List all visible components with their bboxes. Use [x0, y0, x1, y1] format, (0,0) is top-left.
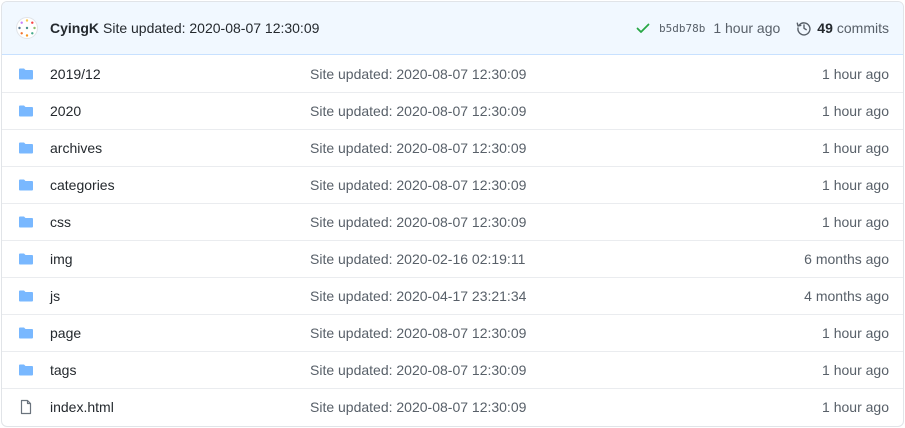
file-commit-message-link[interactable]: Site updated: 2020-08-07 12:30:09: [310, 66, 526, 82]
file-icon: [18, 399, 34, 415]
file-commit-message-link[interactable]: Site updated: 2020-04-17 23:21:34: [310, 288, 526, 304]
file-row[interactable]: archives Site updated: 2020-08-07 12:30:0…: [2, 129, 903, 166]
file-browser: CyingK Site updated: 2020-08-07 12:30:09…: [1, 1, 904, 427]
folder-icon: [18, 140, 34, 156]
file-row[interactable]: img Site updated: 2020-02-16 02:19:11 6 mo…: [2, 240, 903, 277]
file-commit-message-link[interactable]: Site updated: 2020-08-07 12:30:09: [310, 399, 526, 415]
commit-meta: b5db78b 1 hour ago 49 commits: [635, 20, 889, 36]
commit-message-link[interactable]: Site updated: 2020-08-07 12:30:09: [103, 20, 319, 36]
file-commit-age: 1 hour ago: [822, 103, 889, 119]
file-commit-age: 1 hour ago: [822, 140, 889, 156]
file-commit-message-link[interactable]: Site updated: 2020-08-07 12:30:09: [310, 103, 526, 119]
file-row[interactable]: index.html Site updated: 2020-08-07 12:30…: [2, 388, 903, 425]
file-list: 2019/12 Site updated: 2020-08-07 12:30:09…: [2, 55, 903, 425]
commit-age: 1 hour ago: [713, 20, 781, 36]
file-row[interactable]: js Site updated: 2020-04-17 23:21:34 4 mon…: [2, 277, 903, 314]
commits-link[interactable]: 49 commits: [796, 20, 889, 36]
file-commit-message-link[interactable]: Site updated: 2020-08-07 12:30:09: [310, 214, 526, 230]
file-commit-age: 1 hour ago: [822, 214, 889, 230]
file-commit-age: 1 hour ago: [822, 399, 889, 415]
commit-author-link[interactable]: CyingK: [50, 20, 99, 36]
file-name-link[interactable]: 2019/12: [50, 66, 310, 82]
file-commit-age: 1 hour ago: [822, 362, 889, 378]
file-commit-age: 1 hour ago: [822, 325, 889, 341]
file-commit-age: 1 hour ago: [822, 65, 889, 82]
file-commit-age: 4 months ago: [804, 288, 889, 304]
file-commit-message-link[interactable]: Site updated: 2020-08-07 12:30:09: [310, 177, 526, 193]
file-commit-message-link[interactable]: Site updated: 2020-08-07 12:30:09: [310, 325, 526, 341]
file-name-link[interactable]: categories: [50, 177, 310, 193]
folder-icon: [18, 251, 34, 267]
file-row[interactable]: 2019/12 Site updated: 2020-08-07 12:30:09…: [2, 55, 903, 92]
folder-icon: [18, 177, 34, 193]
file-name-link[interactable]: index.html: [50, 399, 310, 415]
latest-commit-bar: CyingK Site updated: 2020-08-07 12:30:09…: [2, 2, 903, 55]
file-row[interactable]: categories Site updated: 2020-08-07 12:30…: [2, 166, 903, 203]
folder-icon: [18, 214, 34, 230]
file-name-link[interactable]: archives: [50, 140, 310, 156]
file-commit-message-link[interactable]: Site updated: 2020-08-07 12:30:09: [310, 362, 526, 378]
file-name-link[interactable]: css: [50, 214, 310, 230]
avatar[interactable]: [16, 17, 38, 39]
folder-icon: [18, 66, 34, 82]
commits-label: commits: [836, 20, 889, 36]
file-commit-message-link[interactable]: Site updated: 2020-08-07 12:30:09: [310, 140, 526, 156]
file-name-link[interactable]: js: [50, 288, 310, 304]
folder-icon: [18, 325, 34, 341]
folder-icon: [18, 288, 34, 304]
file-row[interactable]: 2020 Site updated: 2020-08-07 12:30:09 1 h…: [2, 92, 903, 129]
file-name-link[interactable]: tags: [50, 362, 310, 378]
folder-icon: [18, 362, 34, 378]
file-name-link[interactable]: img: [50, 251, 310, 267]
folder-icon: [18, 103, 34, 119]
file-commit-age: 1 hour ago: [822, 177, 889, 193]
file-row[interactable]: tags Site updated: 2020-08-07 12:30:09 1 h…: [2, 351, 903, 388]
file-name-link[interactable]: 2020: [50, 103, 310, 119]
file-name-link[interactable]: page: [50, 325, 310, 341]
file-commit-age: 6 months ago: [804, 251, 889, 267]
check-icon[interactable]: [635, 20, 651, 36]
commits-count: 49: [817, 20, 833, 36]
commit-sha-link[interactable]: b5db78b: [659, 22, 705, 35]
history-icon: [796, 20, 812, 36]
file-row[interactable]: css Site updated: 2020-08-07 12:30:09 1 ho…: [2, 203, 903, 240]
file-commit-message-link[interactable]: Site updated: 2020-02-16 02:19:11: [310, 251, 525, 267]
file-row[interactable]: page Site updated: 2020-08-07 12:30:09 1 h…: [2, 314, 903, 351]
